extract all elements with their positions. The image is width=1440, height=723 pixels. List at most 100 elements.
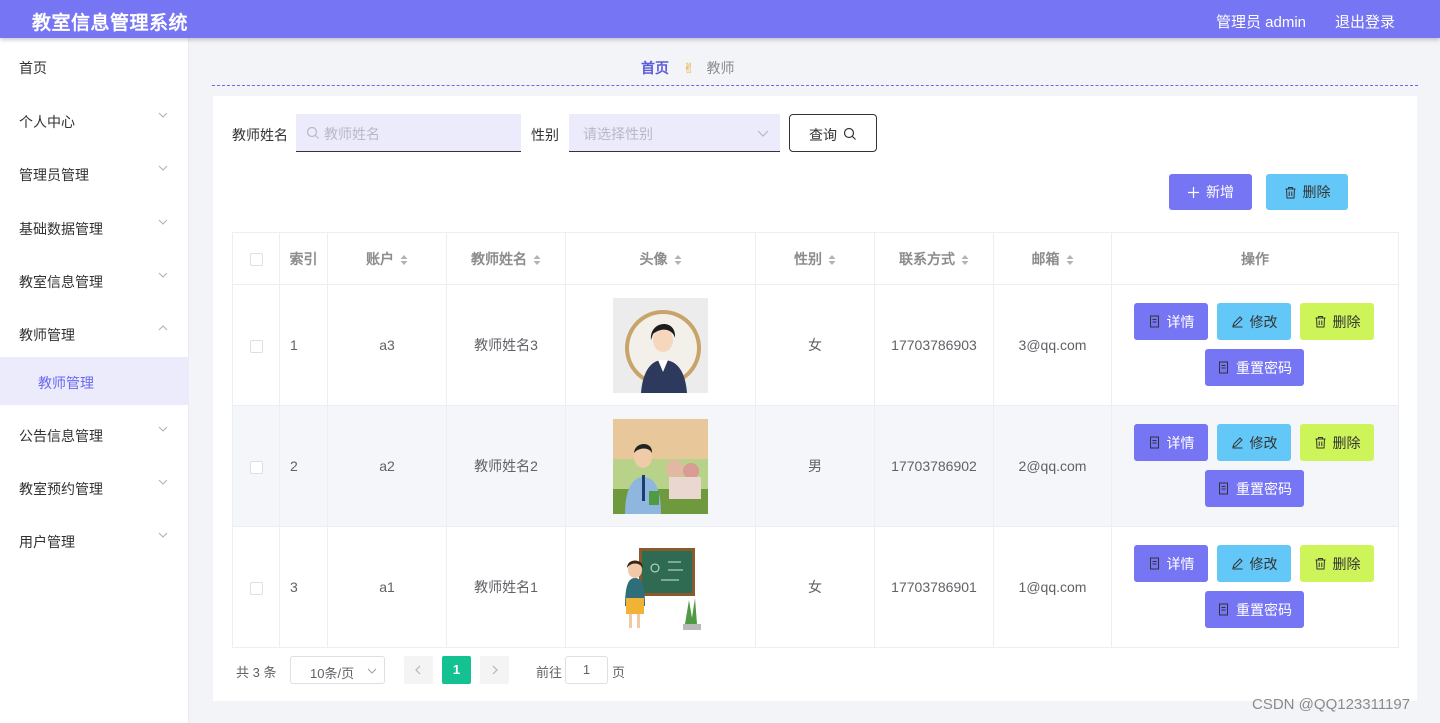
row-index: 1 [279, 284, 328, 406]
row-select[interactable] [232, 526, 280, 648]
chevron-down-icon [158, 270, 168, 280]
teacher-avatar-image [613, 297, 708, 393]
bulk-delete-button[interactable]: 删除 [1266, 174, 1348, 210]
breadcrumb-divider [212, 85, 1418, 86]
query-button-label: 查询 [809, 127, 837, 143]
sidebar-subitem-label: 教师管理 [38, 375, 94, 391]
select-all-checkbox[interactable] [249, 253, 263, 267]
row-select[interactable] [232, 405, 280, 527]
name-header[interactable]: 教师姓名 [446, 232, 566, 285]
query-button[interactable]: 查询 [789, 114, 877, 152]
sidebar: 首页 个人中心 管理员管理 基础数据管理 教室信息管理 教师管理 教师管理 公告… [0, 38, 189, 723]
chevron-left-icon [415, 665, 421, 675]
phone-header[interactable]: 联系方式 [874, 232, 994, 285]
chevron-up-icon [158, 323, 168, 333]
logout-link[interactable]: 退出登录 [1335, 11, 1395, 32]
trash-icon [1315, 437, 1325, 449]
avatar-header[interactable]: 头像 [565, 232, 756, 285]
next-page-button[interactable] [480, 656, 509, 684]
row-email: 3@qq.com [993, 284, 1112, 406]
gender-filter-label: 性别 [531, 127, 559, 143]
goto-page-input[interactable]: 1 [565, 656, 608, 684]
sidebar-item-home[interactable]: 首页 [0, 46, 189, 86]
chevron-down-icon [158, 163, 168, 173]
row-phone: 17703786903 [874, 284, 994, 406]
sidebar-item-classroom[interactable]: 教室信息管理 [0, 260, 189, 300]
pencil-icon [1231, 558, 1243, 570]
sidebar-item-teacher[interactable]: 教师管理 [0, 313, 189, 353]
victory-hand-icon: ✌ [682, 60, 695, 76]
table-header-row: 索引 账户 教师姓名 头像 性别 联系方式 邮箱 操作 [232, 232, 1399, 285]
add-button-label: 新增 [1206, 184, 1234, 200]
document-icon [1149, 557, 1159, 570]
row-gender: 女 [755, 526, 875, 648]
sidebar-item-label: 个人中心 [19, 114, 75, 130]
sort-icon[interactable] [1066, 254, 1074, 266]
table-row: 2 a2 教师姓名2 男 17703786902 2@qq.com 详情 修改 … [232, 405, 1399, 527]
chevron-down-icon [756, 126, 770, 140]
detail-button[interactable]: 详情 [1134, 303, 1208, 340]
row-actions: 详情 修改 删除 重置密码 [1111, 284, 1399, 406]
prev-page-button[interactable] [404, 656, 433, 684]
breadcrumb: 首页 ✌ 教师 [641, 58, 735, 78]
delete-button[interactable]: 删除 [1300, 303, 1374, 340]
row-actions: 详情 修改 删除 重置密码 [1111, 405, 1399, 527]
delete-button[interactable]: 删除 [1300, 545, 1374, 582]
sort-icon[interactable] [828, 254, 836, 266]
row-select[interactable] [232, 284, 280, 406]
reset-password-button[interactable]: 重置密码 [1205, 591, 1304, 628]
row-checkbox[interactable] [249, 460, 263, 474]
gender-header[interactable]: 性别 [755, 232, 875, 285]
sidebar-item-users[interactable]: 用户管理 [0, 520, 189, 560]
sort-icon[interactable] [400, 254, 408, 266]
plus-icon [1188, 186, 1199, 198]
ops-header: 操作 [1111, 232, 1399, 285]
sidebar-item-label: 用户管理 [19, 534, 75, 550]
breadcrumb-home[interactable]: 首页 [641, 60, 669, 76]
row-name: 教师姓名2 [446, 405, 566, 527]
detail-button[interactable]: 详情 [1134, 545, 1208, 582]
detail-button[interactable]: 详情 [1134, 424, 1208, 461]
main-panel: 教师姓名 教师姓名 性别 请选择性别 查询 新增 删除 索引 账户 教师姓名 头… [213, 96, 1417, 701]
document-icon [1149, 436, 1159, 449]
gender-select[interactable]: 请选择性别 [569, 114, 780, 152]
search-icon [843, 127, 857, 141]
row-avatar-cell [565, 405, 756, 527]
sidebar-subitem-teacher-management[interactable]: 教师管理 [0, 357, 189, 405]
goto-label: 前往 [536, 665, 563, 680]
email-header[interactable]: 邮箱 [993, 232, 1112, 285]
sort-icon[interactable] [961, 254, 969, 266]
sidebar-item-label: 首页 [19, 60, 47, 76]
edit-button[interactable]: 修改 [1217, 545, 1291, 582]
chevron-down-icon [158, 217, 168, 227]
account-header[interactable]: 账户 [327, 232, 447, 285]
sidebar-item-basic-data[interactable]: 基础数据管理 [0, 207, 189, 247]
teacher-avatar-image [613, 418, 708, 514]
reset-password-button[interactable]: 重置密码 [1205, 470, 1304, 507]
page-size-select[interactable]: 10条/页 [290, 656, 385, 684]
delete-button[interactable]: 删除 [1300, 424, 1374, 461]
row-checkbox[interactable] [249, 339, 263, 353]
select-all-header[interactable] [232, 232, 280, 285]
sort-icon[interactable] [533, 254, 541, 266]
row-name: 教师姓名1 [446, 526, 566, 648]
table-row: 3 a1 教师姓名1 女 17703786901 1@qq.com 详情 修改 … [232, 526, 1399, 648]
sidebar-item-profile[interactable]: 个人中心 [0, 100, 189, 140]
sidebar-item-notice[interactable]: 公告信息管理 [0, 414, 189, 454]
sidebar-item-label: 公告信息管理 [19, 428, 103, 444]
current-user: 管理员 admin [1216, 14, 1307, 31]
row-phone: 17703786902 [874, 405, 994, 527]
bulk-delete-button-label: 删除 [1302, 184, 1331, 200]
sidebar-item-booking[interactable]: 教室预约管理 [0, 467, 189, 507]
pencil-icon [1231, 316, 1243, 328]
row-checkbox[interactable] [249, 581, 263, 595]
edit-button[interactable]: 修改 [1217, 303, 1291, 340]
breadcrumb-current: 教师 [706, 60, 735, 76]
sidebar-item-admin[interactable]: 管理员管理 [0, 153, 189, 193]
sort-icon[interactable] [674, 254, 682, 266]
name-search-input[interactable]: 教师姓名 [296, 114, 521, 152]
edit-button[interactable]: 修改 [1217, 424, 1291, 461]
page-number-current[interactable]: 1 [442, 656, 471, 684]
add-button[interactable]: 新增 [1169, 174, 1252, 210]
reset-password-button[interactable]: 重置密码 [1205, 349, 1304, 386]
